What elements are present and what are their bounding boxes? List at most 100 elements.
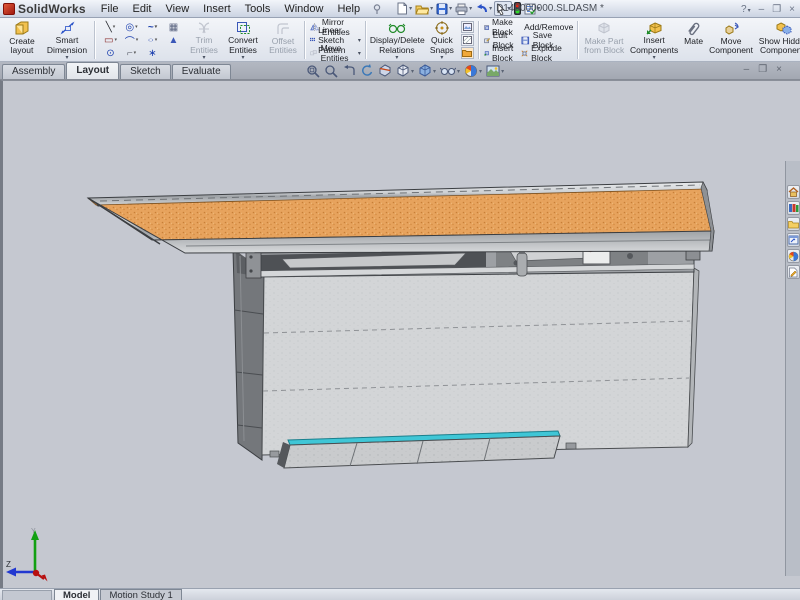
view-orientation-icon[interactable]: ▾: [395, 63, 415, 79]
rotate-view-icon[interactable]: [359, 63, 375, 79]
mate-button[interactable]: Mate: [681, 19, 706, 61]
doc-restore-button[interactable]: ❐: [758, 64, 767, 75]
point-tool[interactable]: ∗: [142, 47, 163, 60]
doc-minimize-button[interactable]: –: [744, 64, 750, 75]
quick-snaps-button[interactable]: Quick Snaps ▾: [425, 19, 459, 61]
menu-help[interactable]: Help: [330, 3, 367, 15]
menu-pin-icon[interactable]: [371, 3, 383, 15]
title-bar: SolidWorks File Edit View Insert Tools W…: [0, 0, 800, 18]
app-logo: SolidWorks: [0, 2, 94, 16]
tab-layout[interactable]: Layout: [66, 62, 119, 79]
sketch-extras-column: [459, 19, 476, 61]
menu-view[interactable]: View: [159, 3, 197, 15]
model-3d-view[interactable]: [3, 81, 786, 588]
insert-components-button[interactable]: Insert Components ▾: [627, 19, 681, 61]
minimize-button[interactable]: –: [759, 4, 765, 15]
move-component-button[interactable]: Move Component: [706, 19, 756, 61]
library-folder-icon[interactable]: [461, 47, 474, 59]
hanging-cylinder: [517, 253, 527, 276]
zoom-to-fit-icon[interactable]: [305, 63, 321, 79]
tab-assembly[interactable]: Assembly: [2, 64, 65, 79]
menu-file[interactable]: File: [94, 3, 126, 15]
section-view-icon[interactable]: [377, 63, 393, 79]
design-library-icon[interactable]: [787, 201, 800, 215]
ellipse-tool[interactable]: ○▾: [142, 34, 163, 47]
graphics-viewport[interactable]: Y Z: [0, 80, 800, 588]
help-button[interactable]: ?▾: [741, 4, 751, 15]
study-tab-scroll-area[interactable]: [2, 590, 52, 600]
command-tab-row: Assembly Layout Sketch Evaluate ▾ ▾ ▾ ▾ …: [0, 62, 800, 80]
display-delete-relations-button[interactable]: Display/Delete Relations ▾: [369, 19, 425, 61]
offset-entities-button[interactable]: Offset Entities: [264, 19, 302, 61]
insert-components-dropdown[interactable]: ▾: [653, 56, 656, 61]
move-entities-dropdown[interactable]: ▾: [358, 50, 361, 57]
solidworks-cube-icon: [3, 3, 15, 15]
menu-tools[interactable]: Tools: [238, 3, 278, 15]
fillet-tool[interactable]: ⌐▾: [121, 47, 142, 60]
command-tabs: Assembly Layout Sketch Evaluate: [2, 62, 232, 79]
sketch-modify-group: Mirror Entities Linear Sketch Pattern ▾ …: [308, 19, 363, 61]
file-explorer-icon[interactable]: [787, 217, 800, 231]
zoom-to-area-icon[interactable]: [323, 63, 339, 79]
convert-entities-button[interactable]: Convert Entities ▾: [222, 19, 264, 61]
sketch-picture-icon[interactable]: [461, 21, 474, 33]
solidworks-resources-home-icon[interactable]: [787, 185, 800, 199]
smart-dimension-button[interactable]: Smart Dimension ▾: [42, 19, 92, 61]
insert-block-button[interactable]: Insert Block: [484, 47, 517, 59]
hide-show-items-icon[interactable]: ▾: [439, 63, 461, 79]
custom-properties-icon[interactable]: [787, 265, 800, 279]
toolbar-separator: [365, 21, 367, 59]
linear-pattern-dropdown[interactable]: ▾: [358, 37, 361, 44]
polygon-tool[interactable]: ▲: [163, 34, 184, 47]
explode-block-icon: [521, 49, 528, 58]
slot-tool[interactable]: ⊙: [100, 47, 121, 60]
sketch-pattern-tool[interactable]: ▦: [163, 21, 184, 34]
explode-block-button[interactable]: Explode Block: [521, 47, 573, 59]
create-layout-button[interactable]: Create layout: [2, 19, 42, 61]
view-palette-icon[interactable]: [787, 233, 800, 247]
toolbar-separator: [304, 21, 306, 59]
doc-close-button[interactable]: ×: [776, 64, 782, 75]
rectangle-tool[interactable]: ▭▾: [100, 34, 121, 47]
open-button[interactable]: ▾: [414, 1, 434, 16]
move-entities-button[interactable]: Move Entities ▾: [310, 47, 361, 59]
menu-edit[interactable]: Edit: [126, 3, 159, 15]
motion-study-tab[interactable]: Motion Study 1: [100, 589, 181, 600]
make-part-from-block-button[interactable]: Make Part from Block: [581, 19, 627, 61]
mechanism-left-bracket: [246, 250, 261, 278]
insert-block-icon: [484, 49, 489, 58]
convert-entities-icon: [236, 20, 251, 36]
orientation-triad: Y Z: [5, 526, 53, 582]
smart-dimension-dropdown[interactable]: ▾: [65, 56, 68, 61]
quick-snaps-dropdown[interactable]: ▾: [440, 56, 443, 61]
model-tab[interactable]: Model: [54, 589, 99, 600]
quick-snaps-icon: [435, 20, 449, 36]
linear-sketch-pattern-icon: [310, 35, 315, 45]
arc-tool[interactable]: ⌒▾: [121, 34, 142, 47]
toolbar-separator: [94, 21, 96, 59]
convert-entities-dropdown[interactable]: ▾: [241, 56, 244, 61]
cabinet-foot-left: [270, 451, 279, 457]
area-hatch-icon[interactable]: [461, 34, 474, 46]
appearances-scenes-icon[interactable]: [787, 249, 800, 263]
offset-entities-icon: [276, 20, 291, 37]
restore-button[interactable]: ❐: [772, 4, 781, 15]
line-tool[interactable]: ╲▾: [100, 21, 121, 34]
show-hidden-components-button[interactable]: Show Hidden Components: [756, 19, 800, 61]
previous-view-icon[interactable]: [341, 63, 357, 79]
menu-insert[interactable]: Insert: [196, 3, 238, 15]
smart-dimension-icon: [59, 20, 76, 36]
trim-entities-button[interactable]: Trim Entities ▾: [186, 19, 222, 61]
spline-tool[interactable]: ~▾: [142, 21, 163, 34]
create-layout-icon: [14, 20, 30, 37]
edit-appearance-icon[interactable]: ▾: [463, 63, 483, 79]
display-delete-dropdown[interactable]: ▾: [395, 56, 398, 61]
new-document-button[interactable]: ▾: [395, 1, 413, 16]
tab-sketch[interactable]: Sketch: [120, 64, 171, 79]
apply-scene-icon[interactable]: ▾: [485, 63, 505, 79]
cabinet-front-panel: [262, 268, 694, 455]
tab-evaluate[interactable]: Evaluate: [172, 64, 231, 79]
close-button[interactable]: ×: [789, 4, 795, 15]
display-style-icon[interactable]: ▾: [417, 63, 437, 79]
menu-window[interactable]: Window: [277, 3, 330, 15]
